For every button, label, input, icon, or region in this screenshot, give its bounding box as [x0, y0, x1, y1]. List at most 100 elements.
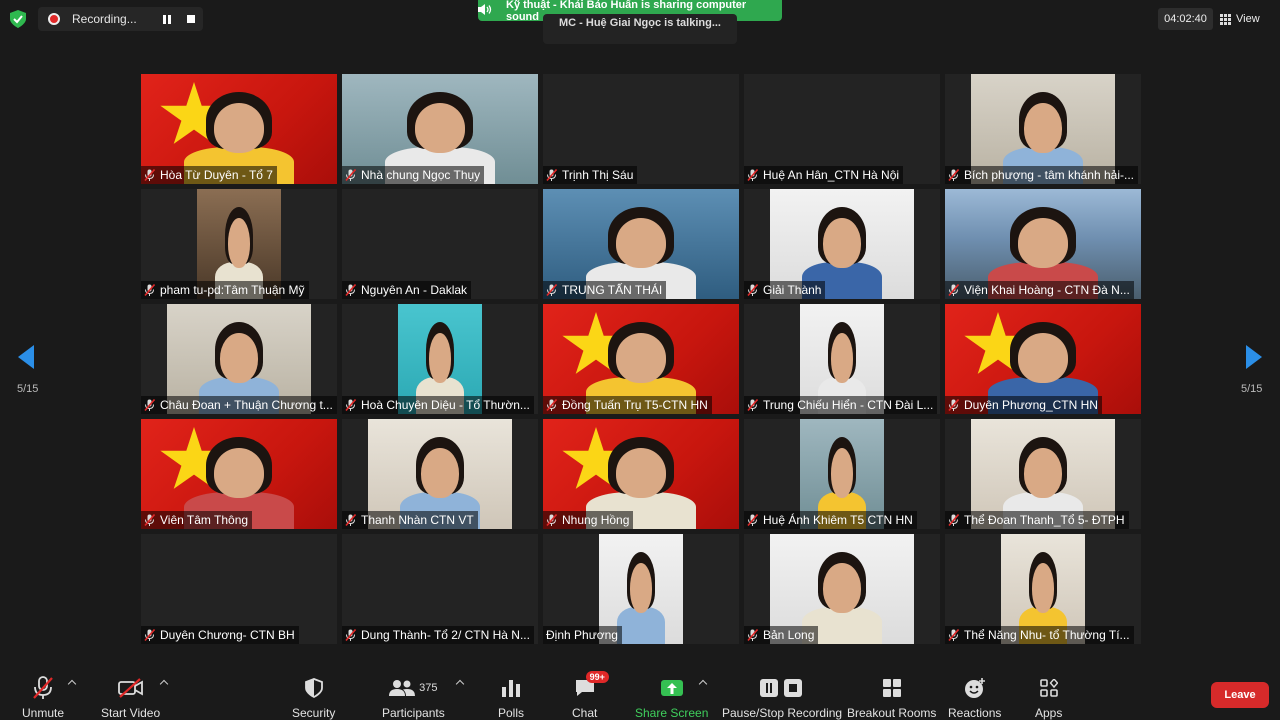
participant-tile[interactable]: Châu Đoan + Thuận Chương t...	[141, 304, 337, 414]
participant-tile[interactable]: Thanh Nhàn CTN VT	[342, 419, 538, 529]
participant-tile[interactable]: Bích phượng - tâm khánh hải-...	[945, 74, 1141, 184]
security-button[interactable]: Security	[292, 675, 335, 720]
speaker-icon	[478, 3, 492, 18]
reactions-button[interactable]: Reactions	[948, 675, 1001, 720]
participant-name-label: Viện Khai Hoàng - CTN Đà N...	[945, 281, 1134, 299]
apps-button[interactable]: Apps	[1035, 675, 1062, 720]
unmute-label: Unmute	[22, 706, 65, 720]
page-indicator-left: 5/15	[17, 383, 39, 395]
participant-name-label: Duyên Phương_CTN HN	[945, 396, 1102, 414]
mic-muted-icon	[747, 514, 758, 526]
participant-name-label: Định Phương	[543, 626, 622, 644]
participant-name: Nhung Hồng	[562, 513, 630, 527]
view-button[interactable]: View	[1220, 8, 1272, 30]
participant-name: Viên Tâm Thông	[160, 513, 249, 527]
mic-muted-icon	[948, 284, 959, 296]
active-speaker-indicator: MC - Huệ Giai Ngọc is talking...	[543, 14, 737, 44]
participant-tile[interactable]: Thể Năng Nhu- tổ Thường Tí...	[945, 534, 1141, 644]
participants-button[interactable]: 375 Participants	[382, 675, 445, 720]
pause-recording-button[interactable]	[155, 14, 179, 24]
participant-name-label: Giải Thành	[744, 281, 826, 299]
share-screen-arrow-icon	[660, 680, 683, 696]
participant-tile[interactable]: Trung Chiếu Hiển - CTN Đài L...	[744, 304, 940, 414]
view-label: View	[1236, 13, 1260, 25]
participant-name-label: Châu Đoan + Thuận Chương t...	[141, 396, 337, 414]
participant-tile[interactable]: Hoà Chuyên Diệu - Tổ Thườn...	[342, 304, 538, 414]
participant-tile[interactable]: Nhung Hồng	[543, 419, 739, 529]
pause-icon	[163, 14, 171, 24]
mic-muted-icon	[144, 284, 155, 296]
participant-name-label: Huệ An Hân_CTN Hà Nội	[744, 166, 904, 184]
participant-name-label: TRUNG TẤN THÁI	[543, 281, 667, 299]
participant-name: Hòa Từ Duyên - Tổ 7	[160, 168, 273, 182]
unmute-button[interactable]: Unmute	[22, 675, 64, 720]
participant-name: Định Phương	[546, 628, 618, 642]
participant-name-label: Dung Thành- Tổ 2/ CTN Hà N...	[342, 626, 534, 644]
participant-name: Hoà Chuyên Diệu - Tổ Thườn...	[361, 398, 530, 412]
participant-name: TRUNG TẤN THÁI	[562, 283, 663, 297]
participant-tile[interactable]: Nguyên An - Daklak	[342, 189, 538, 299]
participant-tile[interactable]: Bản Long	[744, 534, 940, 644]
participant-tile[interactable]: Hòa Từ Duyên - Tổ 7	[141, 74, 337, 184]
mic-muted-icon	[546, 514, 557, 526]
participant-name: Trung Chiếu Hiển - CTN Đài L...	[763, 398, 934, 412]
participant-name: Thể Đoan Thanh_Tổ 5- ĐTPH	[964, 513, 1125, 527]
participant-name-label: pham tu-pd:Tâm Thuận Mỹ	[141, 281, 309, 299]
breakout-rooms-label: Breakout Rooms	[847, 706, 937, 720]
participant-tile[interactable]: pham tu-pd:Tâm Thuận Mỹ	[141, 189, 337, 299]
pause-stop-label: Pause/Stop Recording	[722, 706, 843, 720]
mic-muted-icon	[948, 514, 959, 526]
participant-name-label: Nhà chung Ngọc Thụy	[342, 166, 485, 184]
participant-tile[interactable]: Huệ An Hân_CTN Hà Nội	[744, 74, 940, 184]
audio-options-chevron-icon[interactable]	[67, 679, 77, 689]
participant-name-label: Trịnh Thị Sáu	[543, 166, 638, 184]
mic-muted-icon	[546, 284, 557, 296]
participant-name-label: Hòa Từ Duyên - Tổ 7	[141, 166, 277, 184]
participant-tile[interactable]: Viên Tâm Thông	[141, 419, 337, 529]
stop-recording-button[interactable]	[179, 15, 203, 23]
participant-name-label: Huệ Ánh Khiêm T5 CTN HN	[744, 511, 917, 529]
polls-button[interactable]: Polls	[498, 675, 524, 720]
mic-muted-icon	[747, 169, 758, 181]
next-page-arrow-icon[interactable]	[1246, 345, 1262, 369]
participant-name: Bích phượng - tâm khánh hải-...	[964, 168, 1134, 182]
start-video-button[interactable]: Start Video	[101, 675, 160, 720]
participant-tile[interactable]: Giải Thành	[744, 189, 940, 299]
participant-tile[interactable]: Trịnh Thị Sáu	[543, 74, 739, 184]
mic-muted-icon	[345, 284, 356, 296]
chat-button[interactable]: 99+ Chat	[572, 671, 609, 720]
meeting-timer: 04:02:40	[1158, 8, 1213, 30]
participant-name: Châu Đoan + Thuận Chương t...	[160, 398, 333, 412]
participant-name-label: Đồng Tuấn Trụ T5-CTN HN	[543, 396, 712, 414]
leave-button[interactable]: Leave	[1211, 682, 1269, 708]
video-options-chevron-icon[interactable]	[159, 679, 169, 689]
mic-muted-icon	[345, 169, 356, 181]
reactions-smiley-icon	[964, 675, 986, 701]
previous-page-arrow-icon[interactable]	[18, 345, 34, 369]
participant-tile[interactable]: Thể Đoan Thanh_Tổ 5- ĐTPH	[945, 419, 1141, 529]
security-shield-icon	[304, 675, 323, 701]
participant-video-grid: Hòa Từ Duyên - Tổ 7 Nhà chung Ngọc Thụy Tr…	[141, 74, 1141, 644]
participant-name: pham tu-pd:Tâm Thuận Mỹ	[160, 283, 305, 297]
share-screen-button[interactable]: Share Screen	[635, 675, 708, 720]
zoom-meeting-window: Recording... Kỹ thuật - Khải Bảo Huấn is…	[0, 0, 1280, 720]
start-video-label: Start Video	[101, 706, 161, 720]
participant-tile[interactable]: Huệ Ánh Khiêm T5 CTN HN	[744, 419, 940, 529]
participant-tile[interactable]: Định Phương	[543, 534, 739, 644]
participant-tile[interactable]: TRUNG TẤN THÁI	[543, 189, 739, 299]
pause-stop-icon	[759, 675, 805, 701]
pause-stop-recording-button[interactable]: Pause/Stop Recording	[722, 675, 842, 720]
participant-tile[interactable]: Viện Khai Hoàng - CTN Đà N...	[945, 189, 1141, 299]
participant-name: Nguyên An - Daklak	[361, 283, 468, 297]
participant-tile[interactable]: Đồng Tuấn Trụ T5-CTN HN	[543, 304, 739, 414]
shield-icon[interactable]	[10, 10, 26, 28]
participant-tile[interactable]: Duyên Phương_CTN HN	[945, 304, 1141, 414]
participant-tile[interactable]: Dung Thành- Tổ 2/ CTN Hà N...	[342, 534, 538, 644]
participants-options-chevron-icon[interactable]	[455, 679, 465, 689]
breakout-rooms-button[interactable]: Breakout Rooms	[847, 675, 936, 720]
participants-icon-wrap: 375	[389, 675, 438, 701]
participant-tile[interactable]: Duyên Chương- CTN BH	[141, 534, 337, 644]
mic-muted-icon	[546, 169, 557, 181]
stop-icon	[187, 15, 195, 23]
participant-tile[interactable]: Nhà chung Ngọc Thụy	[342, 74, 538, 184]
